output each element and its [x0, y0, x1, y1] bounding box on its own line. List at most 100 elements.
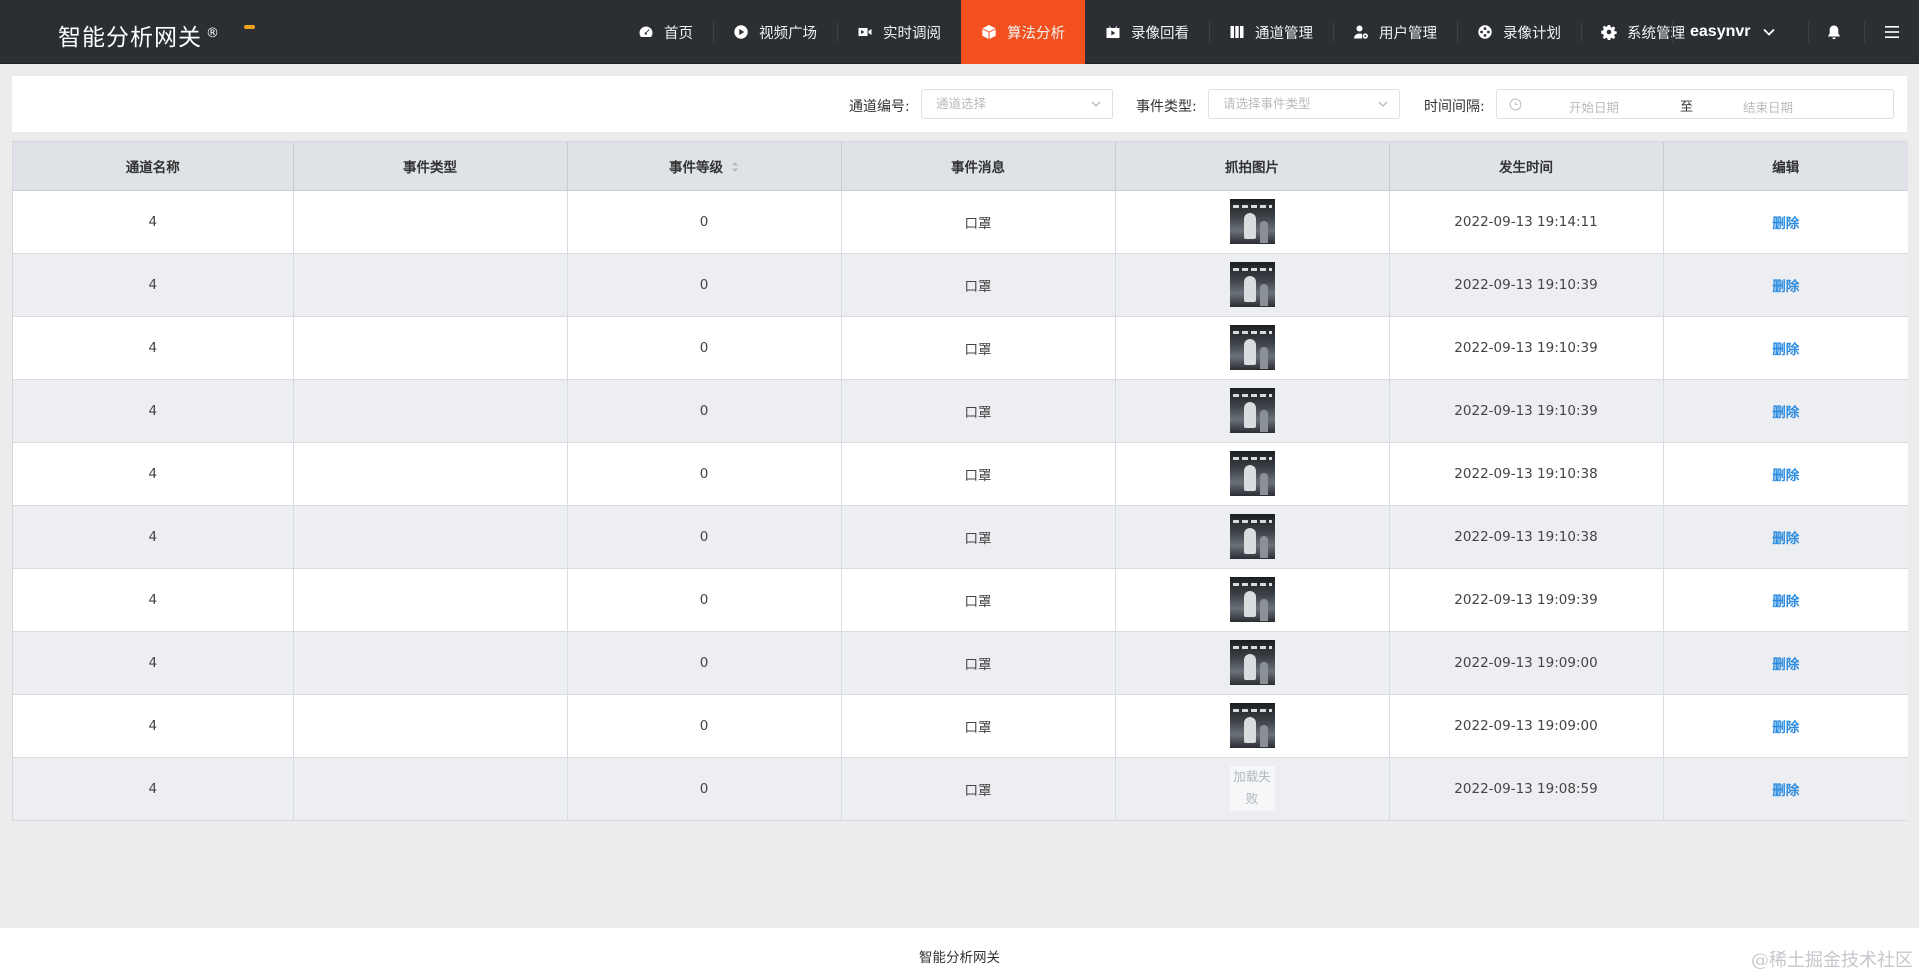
nav-tab-label: 视频广场: [759, 25, 817, 42]
cell-channel: 4: [13, 757, 294, 820]
cell-message: 口罩: [841, 316, 1116, 380]
watermark: @稀土掘金技术社区: [1751, 950, 1913, 971]
nav-tab-7[interactable]: 录像计划: [1457, 0, 1581, 64]
delete-button[interactable]: 删除: [1772, 531, 1799, 547]
column-header-time[interactable]: 发生时间: [1389, 142, 1664, 191]
nav-tab-2[interactable]: 实时调阅: [837, 0, 961, 64]
cell-channel: 4: [13, 505, 294, 569]
cell-snapshot: [1115, 442, 1390, 506]
column-header-event-level[interactable]: 事件等级: [567, 142, 842, 191]
delete-button[interactable]: 删除: [1772, 405, 1799, 421]
table-row: 4 0 口罩 2022-09-13 19:10:39 删除: [13, 253, 1908, 317]
cell-event-level: 0: [567, 190, 842, 254]
chevron-down-icon: [1091, 101, 1101, 107]
cell-snapshot: [1115, 568, 1390, 632]
delete-button[interactable]: 删除: [1772, 279, 1799, 295]
snapshot-thumbnail[interactable]: [1229, 514, 1275, 559]
nav-tab-label: 录像回看: [1131, 25, 1189, 42]
snapshot-thumbnail[interactable]: [1229, 577, 1275, 622]
cell-time: 2022-09-13 19:09:00: [1389, 631, 1664, 695]
main-nav: 首页 视频广场 实时调阅 算法分析 录像回看 通道管理 用户管理 录像计划 系统管理: [618, 0, 1705, 64]
film-reel-icon: [1477, 24, 1493, 40]
hamburger-menu-icon[interactable]: [1884, 25, 1900, 39]
nav-tab-6[interactable]: 用户管理: [1333, 0, 1457, 64]
nav-tab-label: 系统管理: [1627, 25, 1685, 42]
cube-icon: [981, 24, 997, 40]
user-menu[interactable]: easynvr: [1690, 0, 1777, 64]
snapshot-thumbnail[interactable]: [1229, 199, 1275, 244]
snapshot-thumbnail[interactable]: [1229, 451, 1275, 496]
table-row: 4 0 口罩 2022-09-13 19:14:11 删除: [13, 190, 1908, 254]
column-header-event-type[interactable]: 事件类型: [293, 142, 568, 191]
snapshot-thumbnail[interactable]: [1229, 388, 1275, 433]
cell-channel: 4: [13, 379, 294, 443]
table-row: 4 0 口罩 2022-09-13 19:10:38 删除: [13, 442, 1908, 506]
header-divider: [1672, 22, 1673, 42]
date-range-separator: 至: [1680, 100, 1694, 115]
cell-channel: 4: [13, 253, 294, 317]
nav-tab-8[interactable]: 系统管理: [1581, 0, 1705, 64]
delete-button[interactable]: 删除: [1772, 657, 1799, 673]
bell-icon[interactable]: [1826, 24, 1842, 40]
registered-mark: ®: [206, 26, 220, 41]
cell-message: 口罩: [841, 379, 1116, 443]
cell-event-type: [293, 694, 568, 758]
cell-channel: 4: [13, 442, 294, 506]
snapshot-thumbnail[interactable]: [1229, 262, 1275, 307]
delete-button[interactable]: 删除: [1772, 216, 1799, 232]
table-row: 4 0 口罩 2022-09-13 19:09:39 删除: [13, 568, 1908, 632]
cell-channel: 4: [13, 190, 294, 254]
delete-button[interactable]: 删除: [1772, 783, 1799, 799]
event-type-select-placeholder: 请选择事件类型: [1223, 96, 1311, 111]
cell-event-level: 0: [567, 631, 842, 695]
nav-tab-5[interactable]: 通道管理: [1209, 0, 1333, 64]
nav-tab-1[interactable]: 视频广场: [713, 0, 837, 64]
cell-time: 2022-09-13 19:09:39: [1389, 568, 1664, 632]
cell-message: 口罩: [841, 442, 1116, 506]
brand-title[interactable]: 智能分析网关 ®: [58, 18, 220, 52]
cell-edit: 删除: [1663, 379, 1908, 443]
cell-edit: 删除: [1663, 442, 1908, 506]
cell-channel: 4: [13, 694, 294, 758]
cell-edit: 删除: [1663, 757, 1908, 820]
end-date-input[interactable]: 结束日期: [1743, 97, 1793, 116]
dashboard-icon: [638, 24, 654, 40]
column-header-message[interactable]: 事件消息: [841, 142, 1116, 191]
column-header-snapshot[interactable]: 抓拍图片: [1115, 142, 1390, 191]
header-divider: [1808, 22, 1809, 42]
page-footer: 智能分析网关 @稀土掘金技术社区: [0, 928, 1919, 979]
start-date-input[interactable]: 开始日期: [1569, 97, 1619, 116]
event-type-select[interactable]: 请选择事件类型: [1208, 89, 1400, 119]
snapshot-load-failed: 加载失败: [1229, 766, 1275, 812]
cell-edit: 删除: [1663, 505, 1908, 569]
snapshot-thumbnail[interactable]: [1229, 640, 1275, 685]
cell-snapshot: [1115, 694, 1390, 758]
column-header-edit[interactable]: 编辑: [1663, 142, 1908, 191]
date-range-picker[interactable]: 开始日期 至 结束日期: [1496, 89, 1894, 119]
nav-tab-4[interactable]: 录像回看: [1085, 0, 1209, 64]
cell-snapshot: [1115, 505, 1390, 569]
channel-label: 通道编号:: [849, 99, 910, 115]
column-header-channel[interactable]: 通道名称: [13, 142, 294, 191]
snapshot-thumbnail[interactable]: [1229, 703, 1275, 748]
nav-tab-3[interactable]: 算法分析: [961, 0, 1085, 64]
delete-button[interactable]: 删除: [1772, 342, 1799, 358]
cell-edit: 删除: [1663, 631, 1908, 695]
cell-snapshot: [1115, 316, 1390, 380]
channel-select[interactable]: 通道选择: [921, 89, 1113, 119]
sort-icon[interactable]: [731, 161, 739, 173]
delete-button[interactable]: 删除: [1772, 468, 1799, 484]
nav-tab-0[interactable]: 首页: [618, 0, 713, 64]
delete-button[interactable]: 删除: [1772, 720, 1799, 736]
cell-edit: 删除: [1663, 253, 1908, 317]
cell-time: 2022-09-13 19:10:39: [1389, 379, 1664, 443]
cell-message: 口罩: [841, 757, 1116, 820]
delete-button[interactable]: 删除: [1772, 594, 1799, 610]
cell-message: 口罩: [841, 505, 1116, 569]
cell-snapshot: [1115, 253, 1390, 317]
column-header-label: 事件等级: [669, 159, 723, 176]
table-row: 4 0 口罩 2022-09-13 19:09:00 删除: [13, 631, 1908, 695]
nav-tab-label: 实时调阅: [883, 25, 941, 42]
snapshot-thumbnail[interactable]: [1229, 325, 1275, 370]
footer-text: 智能分析网关: [919, 950, 1000, 966]
